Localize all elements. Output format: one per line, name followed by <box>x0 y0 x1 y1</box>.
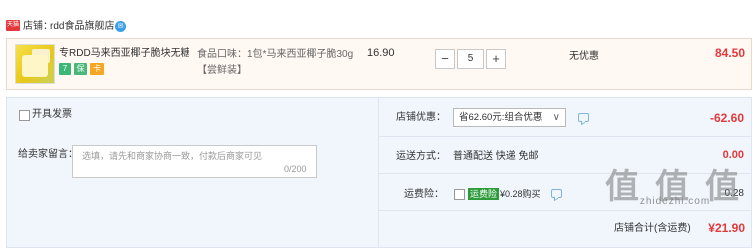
delivery-label: 运送方式： <box>396 151 446 162</box>
watermark-logo: 值 值 值 zhidezhi.com <box>600 168 750 208</box>
message-label: 给卖家留言： <box>18 149 78 160</box>
product-spec: 食品口味：1包*马来西亚椰子脆30g【尝鲜装】 <box>197 49 354 76</box>
discount-info-icon[interactable] <box>578 113 589 122</box>
invoice-label[interactable]: 开具发票 <box>32 108 72 121</box>
shop-discount-amount: -62.60 <box>709 111 744 125</box>
quantity-stepper: − 5 + <box>435 49 506 69</box>
quantity-decrease-button[interactable]: − <box>435 49 455 69</box>
shop-discount-label: 店铺优惠： <box>396 112 446 123</box>
invoice-checkbox[interactable] <box>19 110 30 121</box>
chat-bubble-icon[interactable]: ✉ <box>115 21 126 32</box>
insurance-price-text: ¥0.28购买 <box>500 189 541 199</box>
card-payment-badge: 卡 <box>90 63 104 75</box>
shop-discount-select[interactable]: 省62.60元:组合优惠 ∨ <box>453 108 566 127</box>
shop-label: 店铺： <box>23 21 53 32</box>
guarantee-badge: 保 <box>74 63 87 75</box>
shop-name-link[interactable]: rdd食品旗舰店 <box>50 20 114 33</box>
watermark-url: zhidezhi.com <box>639 196 711 207</box>
shop-total-amount: ¥21.90 <box>708 221 745 235</box>
shop-total-label: 店铺合计(含运费) <box>614 223 691 234</box>
message-char-counter: 0/200 <box>284 164 307 174</box>
tmall-badge: 天猫 <box>6 20 20 31</box>
insurance-info-icon[interactable] <box>551 189 562 198</box>
insurance-label: 运费险： <box>404 189 444 200</box>
quantity-increase-button[interactable]: + <box>486 49 506 69</box>
quantity-input[interactable]: 5 <box>457 49 484 69</box>
insurance-tag: 运费险 <box>468 188 500 200</box>
message-placeholder: 选填，请先和商家协商一致，付款后商家可见 <box>82 151 263 161</box>
delivery-method: 普通配送 快递 免邮 <box>453 151 539 162</box>
promotion-text: 无优惠 <box>569 51 599 62</box>
unit-price: 16.90 <box>367 47 395 59</box>
insurance-checkbox[interactable] <box>454 189 465 200</box>
product-title-link[interactable]: 专RDD马来西亚椰子脆块无糖... <box>59 47 189 60</box>
product-thumbnail[interactable] <box>15 44 55 84</box>
seven-day-return-badge: 7 <box>59 63 71 75</box>
row-divider <box>379 136 752 137</box>
cart-item-row <box>6 38 752 90</box>
row-divider <box>379 210 752 211</box>
chevron-down-icon: ∨ <box>552 112 560 123</box>
shop-discount-value: 省62.60元:组合优惠 <box>459 112 543 123</box>
delivery-fee: 0.00 <box>722 149 744 161</box>
line-total: 84.50 <box>714 46 745 60</box>
